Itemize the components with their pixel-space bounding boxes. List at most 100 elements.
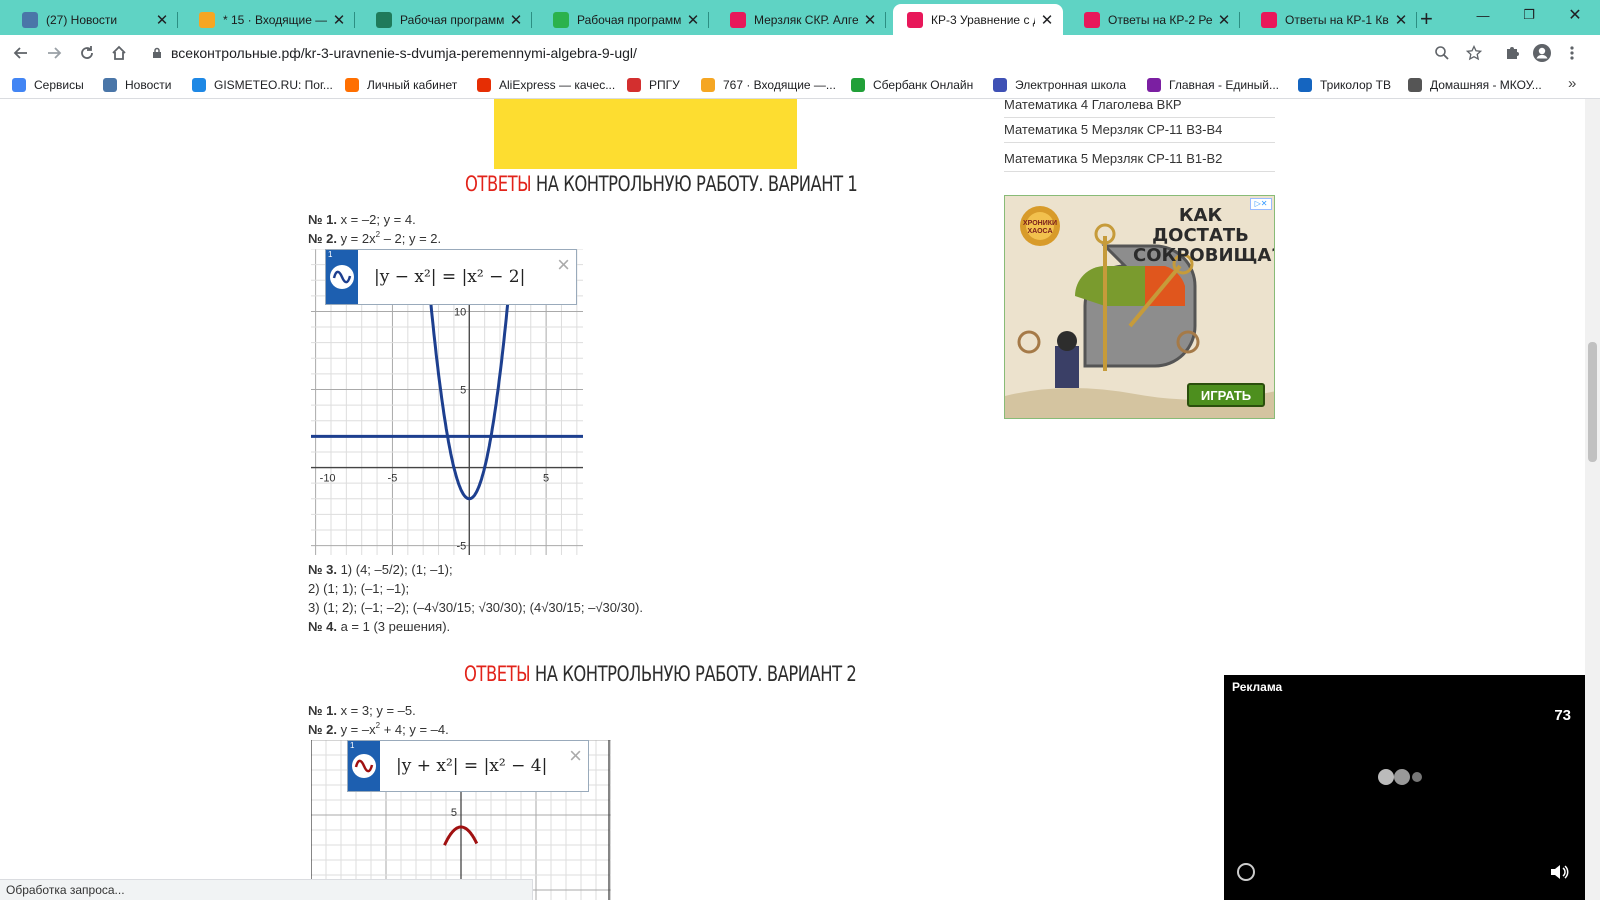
bookmark-label: Новости <box>125 78 172 92</box>
game-ad-title: КАК ДОСТАТЬ СОКРОВИЩА? <box>1133 205 1275 266</box>
tab-2[interactable]: Рабочая программа ✕ <box>362 4 532 35</box>
formula-text: |y − x²| = |x² − 2| <box>374 267 526 287</box>
tab-separator <box>708 12 709 28</box>
tab-6[interactable]: Ответы на КР-2 Реш ✕ <box>1070 4 1240 35</box>
bookmark-label: Триколор ТВ <box>1320 78 1391 92</box>
close-tab-icon[interactable]: ✕ <box>862 11 878 29</box>
v1-answer-3-line3: 3) (1; 2); (–1; –2); (–4√30/15; √30/30);… <box>308 600 643 615</box>
url-text: всеконтрольные.рф/kr-3-uravnenie-s-dvumj… <box>171 45 637 61</box>
adchoices-icon[interactable]: ▷✕ <box>1250 198 1272 210</box>
forward-arrow-icon <box>48 47 62 59</box>
bookmark-9[interactable]: Главная - Единый... <box>1147 76 1279 94</box>
menu-button[interactable] <box>1558 39 1586 67</box>
close-tab-icon[interactable]: ✕ <box>331 11 347 29</box>
close-icon[interactable]: × <box>557 252 570 278</box>
answer-number: № 1. <box>308 703 337 718</box>
tab-0[interactable]: (27) Новости ✕ <box>8 4 178 35</box>
tab-title: Ответы на КР-1 Ква <box>1285 12 1389 27</box>
zoom-button[interactable] <box>1428 39 1456 67</box>
minimize-button[interactable]: — <box>1460 0 1506 30</box>
sidebar-link-2[interactable]: Математика 5 Мерзляк СР-11 В1-В2 <box>1004 145 1275 172</box>
puzzle-icon <box>1507 47 1519 59</box>
new-tab-button[interactable]: + <box>1420 6 1433 32</box>
reload-icon <box>81 46 93 59</box>
profile-button[interactable] <box>1528 39 1556 67</box>
heading-answers-word: ОТВЕТЫ <box>464 662 531 686</box>
sidebar-link-1[interactable]: Математика 5 Мерзляк СР-11 В3-В4 <box>1004 116 1275 143</box>
game-ad-play-button[interactable]: ИГРАТЬ <box>1187 383 1265 407</box>
v2-answer-1: № 1. x = 3; y = –5. <box>308 703 416 718</box>
mail-icon <box>199 11 215 28</box>
bookmark-7[interactable]: Сбербанк Онлайн <box>851 76 973 94</box>
close-window-button[interactable]: ✕ <box>1552 0 1598 30</box>
variant1-heading: ОТВЕТЫ НА КОНТРОЛЬНУЮ РАБОТУ. ВАРИАНТ 1 <box>465 172 858 196</box>
volume-icon[interactable] <box>1549 863 1569 881</box>
close-tab-icon[interactable]: ✕ <box>508 11 524 29</box>
check-circle-icon <box>553 11 569 28</box>
bookmark-8[interactable]: Электронная школа <box>993 76 1126 94</box>
variant2-heading: ОТВЕТЫ НА КОНТРОЛЬНУЮ РАБОТУ. ВАРИАНТ 2 <box>464 662 857 686</box>
tab-5[interactable]: КР-3 Уравнение с дв ✕ <box>893 4 1063 35</box>
heading-rest: НА КОНТРОЛЬНУЮ РАБОТУ. ВАРИАНТ 1 <box>531 172 858 196</box>
school-icon <box>993 78 1007 92</box>
home-icon <box>112 45 126 60</box>
address-bar[interactable]: всеконтрольные.рф/kr-3-uravnenie-s-dvumj… <box>145 38 1455 68</box>
status-bar: Обработка запроса... <box>0 879 533 900</box>
v1-answer-3-line2: 2) (1; 1); (–1; –1); <box>308 581 410 596</box>
page-scrollbar[interactable] <box>1585 99 1600 900</box>
tab-3[interactable]: Рабочая программа ✕ <box>539 4 709 35</box>
check-icon <box>376 11 392 28</box>
close-tab-icon[interactable]: ✕ <box>1393 11 1409 29</box>
tick-label-x: -5 <box>388 473 398 485</box>
bookmark-1[interactable]: Новости <box>103 76 171 94</box>
pink-icon <box>730 11 746 28</box>
tab-1[interactable]: * 15 · Входящие — Я ✕ <box>185 4 355 35</box>
home-button[interactable] <box>103 37 135 69</box>
back-button[interactable] <box>5 37 37 69</box>
tab-7[interactable]: Ответы на КР-1 Ква ✕ <box>1247 4 1417 35</box>
bookmark-label: Домашняя - МКОУ... <box>1430 78 1542 92</box>
video-ad-player[interactable]: Реклама 73 <box>1224 675 1585 900</box>
extensions-button[interactable] <box>1498 39 1526 67</box>
heading-rest: НА КОНТРОЛЬНУЮ РАБОТУ. ВАРИАНТ 2 <box>530 662 857 686</box>
formula-index: 1 <box>328 250 333 259</box>
reload-button[interactable] <box>71 37 103 69</box>
answer-number: № 3. <box>308 562 337 577</box>
bookmark-4[interactable]: AliExpress — качес... <box>477 76 615 94</box>
tab-title: (27) Новости <box>46 12 118 27</box>
close-icon[interactable]: × <box>569 743 582 769</box>
bookmark-6[interactable]: 767 · Входящие —... <box>701 76 836 94</box>
browser-toolbar: всеконтрольные.рф/kr-3-uravnenie-s-dvumj… <box>0 35 1600 71</box>
bookmark-0[interactable]: Сервисы <box>12 76 84 94</box>
bookmarks-overflow-button[interactable]: » <box>1568 75 1576 92</box>
close-tab-icon[interactable]: ✕ <box>685 11 701 29</box>
bookmark-10[interactable]: Триколор ТВ <box>1298 76 1391 94</box>
forward-button[interactable] <box>38 37 70 69</box>
v1-answer-2: № 2. y = 2x2 – 2; y = 2. <box>308 230 441 246</box>
tick-label-x: -10 <box>320 473 336 485</box>
close-tab-icon[interactable]: ✕ <box>154 11 170 29</box>
banner-ad[interactable] <box>494 99 797 169</box>
scrollbar-thumb[interactable] <box>1588 342 1597 462</box>
tab-4[interactable]: Мерзляк СКР. Алгеб ✕ <box>716 4 886 35</box>
tick-label-y: -5 <box>457 541 467 553</box>
bookmark-3[interactable]: Личный кабинет <box>345 76 457 94</box>
bookmark-5[interactable]: РПГУ <box>627 76 680 94</box>
avatar-icon <box>1533 44 1551 62</box>
restore-button[interactable]: ❐ <box>1506 0 1552 30</box>
sidebar-game-ad[interactable]: КАК ДОСТАТЬ СОКРОВИЩА? ХРОНИКИ ХАОСА ИГР… <box>1004 195 1275 419</box>
tab-separator <box>354 12 355 28</box>
vk-icon <box>22 11 38 28</box>
bookmark-2[interactable]: GISMETEO.RU: Пог... <box>192 76 333 94</box>
close-tab-icon[interactable]: ✕ <box>1039 11 1055 29</box>
lock-icon <box>153 47 161 58</box>
vk-icon <box>103 78 117 92</box>
bookmark-11[interactable]: Домашняя - МКОУ... <box>1408 76 1542 94</box>
v2-formula-box: 1 |y + x²| = |x² − 4| × <box>347 740 589 792</box>
tab-title: Мерзляк СКР. Алгеб <box>754 12 858 27</box>
bookmark-star-button[interactable] <box>1460 39 1488 67</box>
drop-icon <box>192 78 206 92</box>
answer-text: y = 2x <box>336 231 376 246</box>
v2-graph: 5 1 |y + x²| = |x² − 4| × <box>311 740 611 900</box>
close-tab-icon[interactable]: ✕ <box>1216 11 1232 29</box>
